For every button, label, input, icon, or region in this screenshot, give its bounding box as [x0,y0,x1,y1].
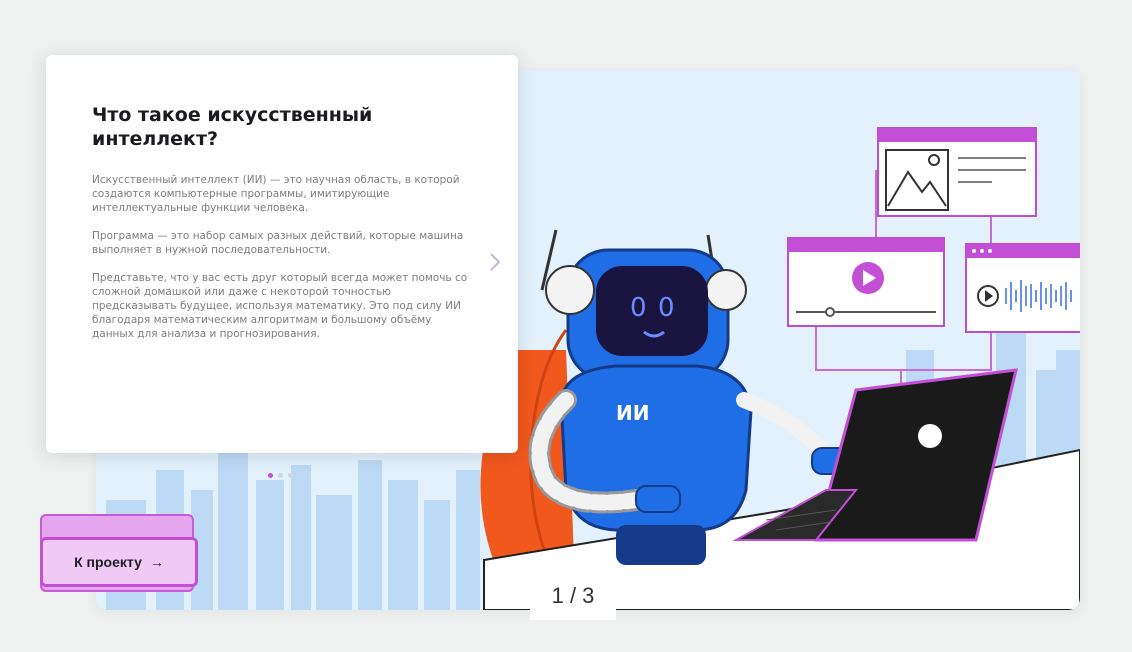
pagination-dot-1[interactable] [268,473,273,478]
video-window-icon [787,237,945,327]
pagination-dots [268,473,293,478]
info-card: Что такое искусственный интеллект? Искус… [46,55,518,478]
card-title: Что такое искусственный интеллект? [92,104,373,150]
audio-window-icon [965,243,1080,333]
card-paragraph-2: Программа — это набор самых разных дейст… [92,230,464,256]
svg-text:0: 0 [630,293,647,323]
pagination-dot-3[interactable] [288,473,293,478]
project-button-label: К проекту [74,554,142,570]
arrow-right-icon: → [149,554,164,570]
slide-counter: 1 / 3 [530,572,616,620]
project-button[interactable]: К проекту → [40,537,198,587]
next-chevron-icon[interactable] [484,251,506,273]
image-window-icon [877,127,1037,217]
svg-text:0: 0 [658,293,675,323]
card-paragraph-3: Представьте, что у вас есть друг который… [92,272,468,340]
card-paragraph-1: Искусственный интеллект (ИИ) — это научн… [92,174,460,214]
pagination-dot-2[interactable] [278,473,283,478]
chest-label: ИИ [616,401,649,425]
